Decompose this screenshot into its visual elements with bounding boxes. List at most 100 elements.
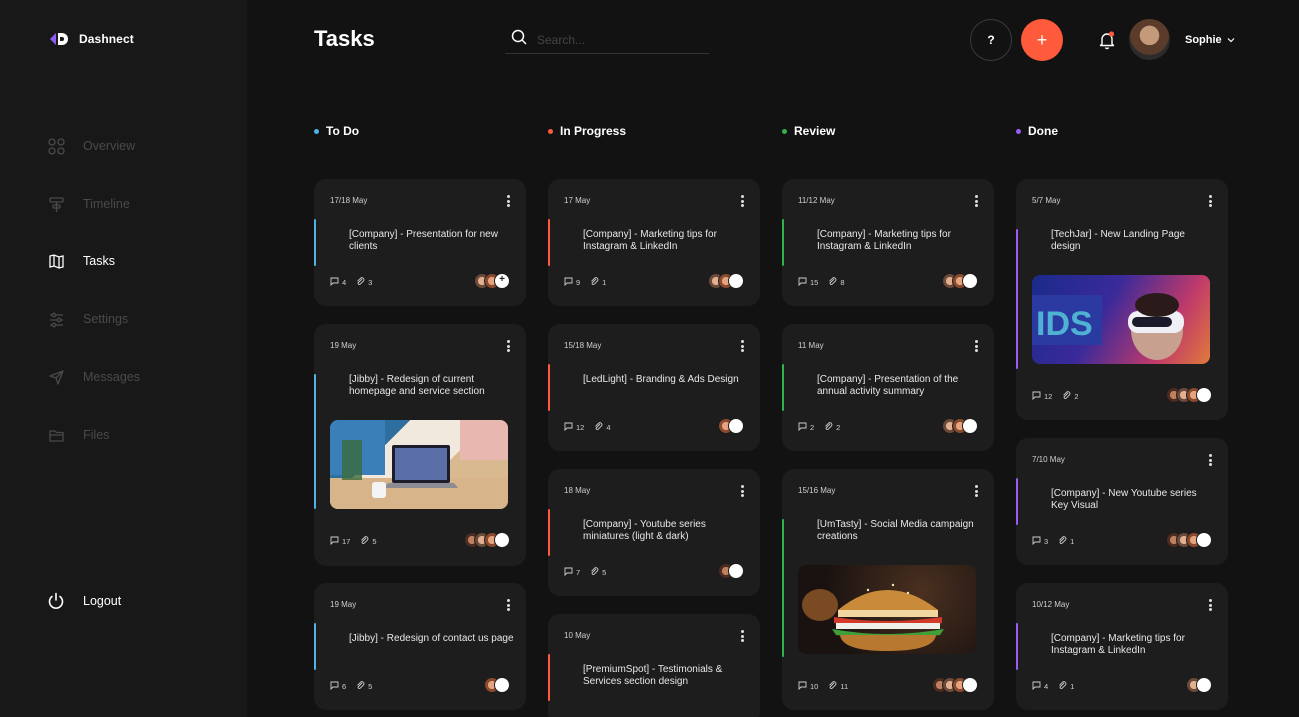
assignee-avatars (1166, 532, 1212, 548)
settings-icon (47, 310, 65, 328)
review-status-dot (782, 128, 787, 134)
sidebar-item-label: Tasks (83, 254, 115, 268)
attachment-count: 3 (356, 277, 372, 288)
sidebar-item-messages[interactable]: Messages (47, 368, 140, 386)
card-date: 18 May (564, 486, 591, 495)
task-card[interactable]: 11 May [Company] - Presentation of the a… (782, 324, 994, 451)
vr-headset-image: IDS (1032, 275, 1210, 364)
card-menu-icon[interactable] (974, 195, 978, 207)
comment-count: 12 (1032, 391, 1052, 402)
add-task-button[interactable]: + (1021, 19, 1063, 61)
add-assignee-icon[interactable]: + (494, 273, 510, 289)
attachment-count-value: 2 (836, 423, 841, 432)
sidebar-item-settings[interactable]: Settings (47, 310, 128, 328)
attachment-count: 11 (828, 681, 848, 692)
messages-icon (47, 368, 65, 386)
card-menu-icon[interactable] (740, 195, 744, 207)
sidebar-item-overview[interactable]: Overview (47, 137, 135, 155)
user-avatar[interactable] (1129, 19, 1170, 60)
paperclip-icon (828, 681, 837, 692)
attachment-count: 1 (1058, 536, 1074, 547)
avatar (962, 418, 978, 434)
comment-count-value: 6 (342, 682, 347, 691)
user-menu[interactable]: Sophie (1185, 34, 1235, 46)
avatar (1196, 387, 1212, 403)
help-button[interactable]: ? (970, 19, 1012, 61)
task-card[interactable]: 7/10 May [Company] - New Youtube series … (1016, 438, 1228, 565)
comment-count: 3 (1032, 536, 1048, 547)
card-footer: 3 1 (1032, 536, 1074, 547)
comment-icon (330, 277, 339, 288)
card-menu-icon[interactable] (1208, 195, 1212, 207)
avatar (728, 563, 744, 579)
card-status-bar (782, 519, 784, 657)
assignee-avatars: + (474, 273, 510, 289)
task-card[interactable]: 19 May [Jibby] - Redesign of contact us … (314, 583, 526, 710)
notification-bell-icon[interactable] (1098, 30, 1116, 50)
comment-icon (330, 681, 339, 692)
comment-count-value: 17 (342, 537, 351, 546)
card-menu-icon[interactable] (740, 630, 744, 642)
task-card[interactable]: 10/12 May [Company] - Marketing tips for… (1016, 583, 1228, 710)
task-card[interactable]: 10 May [PremiumSpot] - Testimonials & Se… (548, 614, 760, 717)
card-status-bar (314, 623, 316, 670)
column-header-todo: To Do (314, 124, 359, 138)
sidebar: Dashnect Overview Timeline Tasks Setting… (0, 0, 247, 717)
card-menu-icon[interactable] (1208, 454, 1212, 466)
paperclip-icon (828, 277, 837, 288)
avatar (962, 273, 978, 289)
sidebar-item-timeline[interactable]: Timeline (47, 195, 130, 213)
column-title: To Do (326, 124, 360, 138)
task-card[interactable]: 15/18 May [LedLight] - Branding & Ads De… (548, 324, 760, 451)
search-input[interactable] (537, 32, 697, 47)
card-menu-icon[interactable] (974, 340, 978, 352)
attachment-count-value: 5 (368, 682, 373, 691)
card-menu-icon[interactable] (740, 340, 744, 352)
comment-count-value: 12 (576, 423, 585, 432)
task-card[interactable]: 18 May [Company] - Youtube series miniat… (548, 469, 760, 596)
sidebar-item-files[interactable]: Files (47, 426, 109, 444)
task-card[interactable]: 11/12 May [Company] - Marketing tips for… (782, 179, 994, 306)
comment-count-value: 4 (342, 278, 347, 287)
card-date: 10/12 May (1032, 600, 1070, 609)
card-title: [Jibby] - Redesign of contact us page (349, 633, 514, 644)
card-menu-icon[interactable] (1208, 599, 1212, 611)
card-title: [Company] - Marketing tips for Instagram… (583, 229, 717, 252)
task-card[interactable]: 15/16 May [UmTasty] - Social Media campa… (782, 469, 994, 710)
paperclip-icon (360, 536, 369, 547)
assignee-avatars (1166, 387, 1212, 403)
card-title: [UmTasty] - Social Media campaign creati… (817, 519, 974, 542)
assignee-avatars (708, 273, 744, 289)
card-menu-icon[interactable] (506, 340, 510, 352)
comment-count-value: 4 (1044, 682, 1049, 691)
card-menu-icon[interactable] (506, 599, 510, 611)
comment-count-value: 7 (576, 568, 581, 577)
card-footer: 6 5 (330, 681, 372, 692)
column-title: Review (794, 124, 836, 138)
search-icon (511, 29, 527, 50)
svg-text:IDS: IDS (1036, 305, 1093, 343)
burger-image (798, 565, 976, 654)
avatar (728, 273, 744, 289)
comment-count: 7 (564, 567, 580, 578)
column-title: In Progress (560, 124, 627, 138)
task-card[interactable]: 5/7 May [TechJar] - New Landing Page des… (1016, 179, 1228, 420)
card-date: 11/12 May (798, 196, 835, 205)
task-card[interactable]: 17 May [Company] - Marketing tips for In… (548, 179, 760, 306)
avatar (1196, 532, 1212, 548)
sidebar-item-tasks[interactable]: Tasks (47, 252, 115, 270)
card-menu-icon[interactable] (974, 485, 978, 497)
app-logo[interactable]: Dashnect (49, 31, 134, 47)
comment-icon (1032, 681, 1041, 692)
todo-status-dot (314, 128, 319, 134)
power-icon (47, 592, 65, 610)
card-menu-icon[interactable] (506, 195, 510, 207)
card-date: 15/16 May (798, 486, 836, 495)
avatar (728, 418, 744, 434)
sidebar-item-label: Settings (83, 312, 129, 326)
logout-button[interactable]: Logout (47, 592, 121, 610)
task-card[interactable]: 19 May [Jibby] - Redesign of current hom… (314, 324, 526, 566)
attachment-count: 5 (360, 536, 377, 547)
task-card[interactable]: 17/18 May [Company] - Presentation for n… (314, 179, 526, 306)
card-menu-icon[interactable] (740, 485, 744, 497)
